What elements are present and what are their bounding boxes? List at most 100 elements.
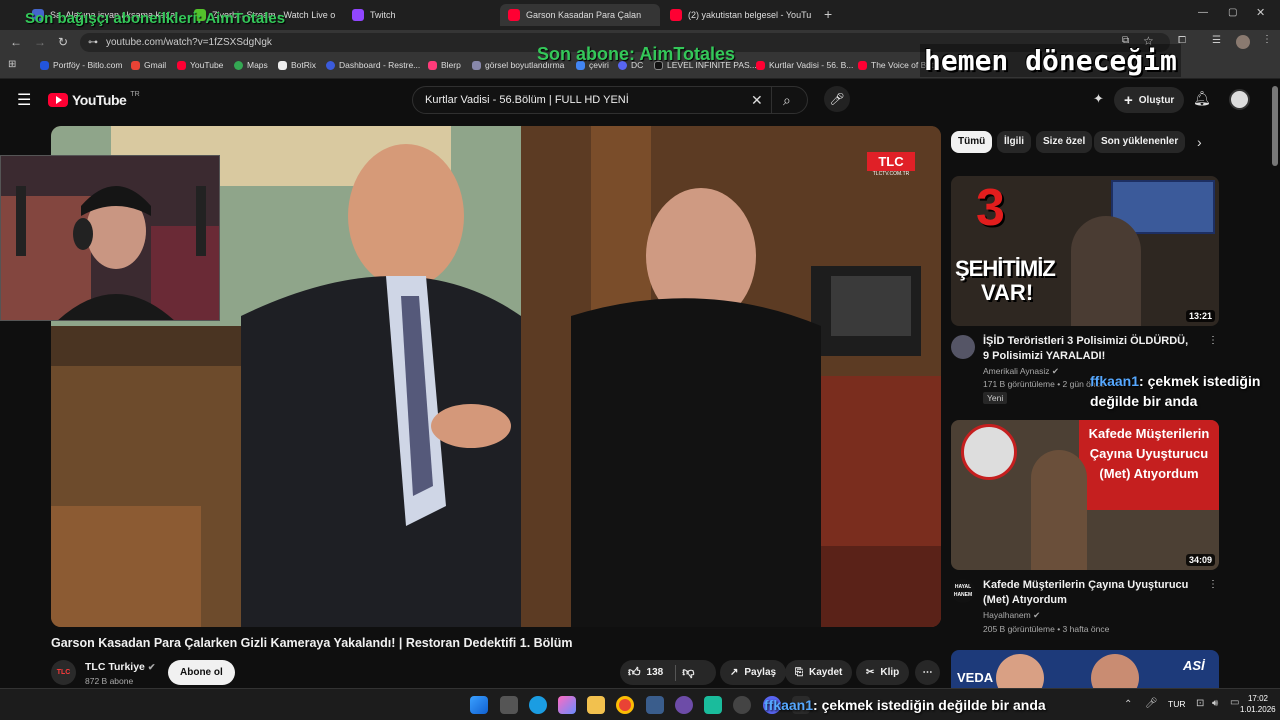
page-scrollbar[interactable]	[1272, 86, 1278, 166]
bookmark-item[interactable]: BotRix	[278, 60, 316, 70]
volume-icon[interactable]: 🔊︎	[1212, 698, 1218, 709]
chrome-icon[interactable]	[616, 696, 634, 714]
language-indicator[interactable]: TUR	[1168, 699, 1185, 709]
recommendation-thumbnail[interactable]: Kafede Müşterilerin Çayına Uyuşturucu (M…	[951, 420, 1219, 570]
microphone-icon[interactable]: 🎤︎	[1145, 698, 1158, 709]
browser-tab[interactable]: (2) yakutistan belgesel - YouTu	[662, 4, 822, 26]
channel-avatar[interactable]	[1229, 89, 1250, 110]
app-icon[interactable]	[704, 696, 722, 714]
create-label: Oluştur	[1138, 94, 1175, 106]
new-tab-icon[interactable]: +	[824, 6, 832, 22]
network-icon[interactable]: ⊡	[1196, 698, 1204, 709]
thumbnail-text: ASİ	[1183, 658, 1205, 673]
save-button[interactable]: ⎘ Kaydet	[785, 660, 853, 685]
create-button[interactable]: + Oluştur	[1114, 87, 1185, 113]
bookmark-item[interactable]: Maps	[234, 60, 268, 70]
maximize-icon[interactable]: ▢	[1228, 7, 1237, 18]
dislike-icon[interactable]: 👎︎	[682, 660, 694, 685]
more-options-icon[interactable]: ⋮	[1208, 579, 1218, 590]
chip-recent[interactable]: Son yüklenenler	[1094, 131, 1186, 153]
chip-related[interactable]: İlgili	[997, 131, 1031, 153]
browser-menu-icon[interactable]: ⋮	[1262, 34, 1272, 45]
tray-expand-icon[interactable]: ⌃	[1124, 699, 1132, 710]
youtube-icon	[508, 9, 520, 21]
back-icon[interactable]: ←	[10, 35, 22, 49]
youtube-icon	[670, 9, 682, 21]
notifications-bell-icon[interactable]: 🔔︎	[1193, 90, 1211, 107]
apps-grid-icon[interactable]: ⊞	[8, 59, 16, 70]
file-explorer-icon[interactable]	[587, 696, 605, 714]
recommendation-thumbnail[interactable]: VEDA ASİ	[951, 650, 1219, 688]
forward-icon[interactable]: →	[34, 35, 46, 49]
channel-avatar[interactable]: TLC	[51, 660, 76, 685]
windows-taskbar: ⌃ 🎤︎ TUR ⊡ 🔊︎ ▭ 17:02 1.01.2026	[0, 688, 1280, 720]
battery-icon[interactable]: ▭	[1230, 697, 1239, 708]
search-icon[interactable]: ⌕	[783, 87, 791, 113]
clip-button[interactable]: ✂ Klip	[856, 660, 910, 685]
share-button[interactable]: ↗ Paylaş	[720, 660, 787, 685]
bookmark-item[interactable]: Blerp	[428, 60, 461, 70]
settings-gear-icon[interactable]	[733, 696, 751, 714]
bookmark-label: Dashboard - Restre...	[339, 60, 421, 70]
watermark-logo: TLC	[867, 152, 915, 171]
reading-list-icon[interactable]: ☰	[1212, 35, 1221, 46]
like-count[interactable]: 138	[647, 660, 664, 685]
bookmark-label: Blerp	[441, 60, 461, 70]
profile-avatar[interactable]	[1236, 35, 1250, 49]
channel-name[interactable]: TLC Turkiye ✔	[85, 661, 155, 673]
site-info-icon[interactable]: ⊶	[88, 33, 98, 52]
chat-username: ffkaan1	[764, 697, 814, 713]
subscribe-button[interactable]: Abone ol	[168, 660, 235, 685]
webcam-image	[1, 156, 219, 320]
more-actions-button[interactable]: ⋯	[915, 660, 940, 685]
clock[interactable]: 17:02 1.01.2026	[1240, 693, 1276, 715]
browser-tab-active[interactable]: Garson Kasadan Para Çalan	[500, 4, 660, 26]
hamburger-menu-icon[interactable]: ☰	[17, 90, 31, 110]
chip-all[interactable]: Tümü	[951, 131, 993, 153]
like-icon[interactable]: 👍︎	[628, 660, 641, 685]
casting-icon[interactable]: ✦	[1093, 91, 1104, 107]
minimize-icon[interactable]: —	[1198, 7, 1208, 18]
share-label: Paylaş	[744, 667, 777, 678]
thumbnail-text: 3	[976, 179, 1005, 237]
task-view-icon[interactable]	[500, 696, 518, 714]
recommendation-title[interactable]: Kafede Müşterilerin Çayına Uyuşturucu (M…	[983, 578, 1203, 608]
reload-icon[interactable]: ↻	[58, 35, 68, 49]
app-icon[interactable]	[646, 696, 664, 714]
close-window-icon[interactable]: ✕	[1256, 6, 1265, 19]
recommendation-channel[interactable]: Amerikali Aynasiz ✔	[983, 366, 1059, 377]
chips-next-icon[interactable]: ›	[1197, 134, 1202, 150]
bookmark-item[interactable]: Gmail	[131, 60, 166, 70]
verified-icon: ✔	[1033, 610, 1041, 620]
chip-for-you[interactable]: Size özel	[1036, 131, 1093, 153]
bookmark-item[interactable]: Portföy - Bitlo.com	[40, 60, 122, 70]
recommendation-thumbnail[interactable]: 3 ŞEHİTİMİZ VAR! 13:21	[951, 176, 1219, 326]
recommendation-channel[interactable]: Hayalhanem ✔	[983, 610, 1040, 621]
channel-avatar[interactable]: HAYAL HANEM	[951, 579, 975, 603]
app-icon[interactable]	[675, 696, 693, 714]
bookmark-label: Kurtlar Vadisi - 56. B...	[769, 60, 854, 70]
bookmark-item[interactable]: YouTube	[177, 60, 223, 70]
voice-search-icon[interactable]: 🎤︎	[824, 86, 850, 112]
thumbnail-person-image	[1091, 654, 1139, 688]
clear-search-icon[interactable]: ✕	[751, 87, 763, 113]
search-input[interactable]: Kurtlar Vadisi - 56.Bölüm | FULL HD YENİ…	[412, 86, 808, 114]
save-label: Kaydet	[809, 667, 843, 678]
start-menu-icon[interactable]	[470, 696, 488, 714]
search-value: Kurtlar Vadisi - 56.Bölüm | FULL HD YENİ	[425, 94, 629, 106]
bookmark-item[interactable]: Kurtlar Vadisi - 56. B...	[756, 60, 853, 70]
thumbnail-person-image	[1031, 450, 1087, 570]
overlay-last-subscriber: Son abone: AimTotales	[537, 44, 736, 64]
youtube-play-icon	[48, 93, 68, 107]
bookmark-item[interactable]: Dashboard - Restre...	[326, 60, 420, 70]
bookmark-label: Gmail	[144, 60, 167, 70]
copilot-icon[interactable]	[558, 696, 576, 714]
gmail-icon	[131, 60, 140, 70]
browser-tab[interactable]: Twitch	[344, 4, 494, 26]
more-options-icon[interactable]: ⋮	[1208, 335, 1218, 346]
channel-avatar[interactable]	[951, 335, 975, 359]
recommendation-title[interactable]: İŞİD Teröristleri 3 Polisimizi ÖLDÜRDÜ, …	[983, 334, 1193, 364]
verified-icon: ✔	[1051, 366, 1059, 376]
youtube-logo[interactable]: YouTube TR	[48, 91, 140, 108]
edge-icon[interactable]	[529, 696, 547, 714]
